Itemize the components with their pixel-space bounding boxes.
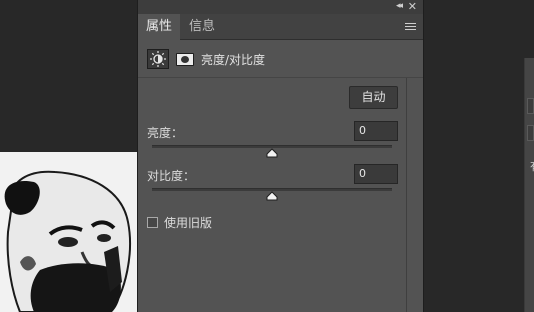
adjustment-title: 亮度/对比度 — [201, 53, 266, 67]
use-legacy-checkbox[interactable] — [147, 217, 158, 228]
brightness-label: 亮度： — [147, 126, 184, 140]
use-legacy-label[interactable]: 使用旧版 — [164, 214, 212, 231]
panel-title-bar[interactable]: ◂◂ ✕ — [138, 0, 423, 14]
adjustment-header: 亮度/对比度 — [138, 40, 423, 78]
layer-mask-icon[interactable] — [176, 53, 194, 66]
tab-properties[interactable]: 属性 — [138, 14, 180, 40]
contrast-slider-thumb[interactable] — [266, 191, 278, 201]
right-dock-field[interactable] — [527, 98, 534, 114]
panel-tab-bar: 属性 信息 — [138, 14, 423, 40]
contrast-label: 对比度： — [147, 169, 196, 183]
panda-meme-image — [0, 152, 137, 312]
document-canvas-image — [0, 152, 137, 312]
brightness-slider-thumb[interactable] — [266, 148, 278, 158]
close-icon[interactable]: ✕ — [408, 0, 417, 13]
brightness-contrast-icon[interactable] — [147, 49, 169, 69]
tab-info[interactable]: 信息 — [182, 14, 222, 40]
right-dock-label: 有 — [530, 158, 534, 174]
right-dock-field[interactable] — [527, 125, 534, 141]
panel-scrollbar[interactable] — [406, 78, 407, 312]
panel-menu-icon[interactable] — [405, 23, 416, 31]
collapse-icon[interactable]: ◂◂ — [396, 1, 403, 11]
brightness-input[interactable]: 0 — [354, 121, 398, 141]
properties-panel: ◂◂ ✕ 属性 信息 亮度/对比度 自动 亮度： 0 对比度： 0 使用旧版 — [137, 0, 424, 312]
right-dock-panel — [524, 58, 534, 312]
contrast-input[interactable]: 0 — [354, 164, 398, 184]
auto-button[interactable]: 自动 — [349, 86, 398, 109]
